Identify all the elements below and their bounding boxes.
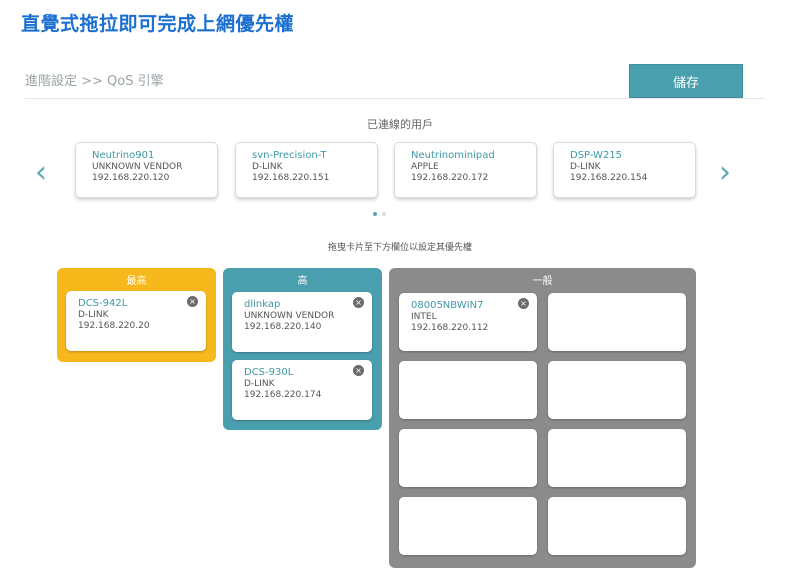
empty-drop-slot[interactable] <box>399 361 537 419</box>
client-card[interactable]: Neutrinominipad APPLE 192.168.220.172 <box>394 142 537 198</box>
device-ip: 192.168.220.140 <box>244 322 322 332</box>
priority-column-highest: 最高 DCS-942L D-LINK 192.168.220.20 × <box>57 268 216 362</box>
device-ip: 192.168.220.112 <box>411 323 489 333</box>
client-ip: 192.168.220.151 <box>252 173 330 183</box>
carousel-pager <box>373 212 386 216</box>
client-name: svn-Precision-T <box>252 150 327 161</box>
priority-column-high: 高 dlinkap UNKNOWN VENDOR 192.168.220.140… <box>223 268 382 430</box>
client-card[interactable]: svn-Precision-T D-LINK 192.168.220.151 <box>235 142 378 198</box>
empty-drop-slot[interactable] <box>399 429 537 487</box>
close-icon[interactable]: × <box>353 297 364 308</box>
column-header: 最高 <box>126 275 147 287</box>
save-button[interactable]: 儲存 <box>629 64 743 98</box>
pager-dot[interactable] <box>382 212 386 216</box>
client-name: DSP-W215 <box>570 150 623 161</box>
client-ip: 192.168.220.120 <box>92 173 170 183</box>
client-vendor: D-LINK <box>252 162 283 172</box>
device-vendor: UNKNOWN VENDOR <box>244 311 335 321</box>
client-card[interactable]: Neutrino901 UNKNOWN VENDOR 192.168.220.1… <box>75 142 218 198</box>
client-card[interactable]: DSP-W215 D-LINK 192.168.220.154 <box>553 142 696 198</box>
page-heading: 直覺式拖拉即可完成上網優先權 <box>21 13 295 35</box>
drag-instruction: 拖曳卡片至下方欄位以設定其優先權 <box>327 243 472 253</box>
client-name: Neutrinominipad <box>411 150 495 161</box>
device-ip: 192.168.220.174 <box>244 390 322 400</box>
empty-drop-slot[interactable] <box>548 429 686 487</box>
client-vendor: UNKNOWN VENDOR <box>92 162 183 172</box>
client-ip: 192.168.220.154 <box>570 173 648 183</box>
client-vendor: APPLE <box>411 162 439 172</box>
client-ip: 192.168.220.172 <box>411 173 489 183</box>
column-header: 高 <box>297 275 308 287</box>
device-vendor: D-LINK <box>244 379 275 389</box>
breadcrumb: 進階設定 >> QoS 引擎 <box>25 74 164 89</box>
client-vendor: D-LINK <box>570 162 601 172</box>
close-icon[interactable]: × <box>353 365 364 376</box>
device-vendor: INTEL <box>411 312 437 322</box>
client-name: Neutrino901 <box>92 150 155 161</box>
empty-drop-slot[interactable] <box>548 497 686 555</box>
carousel-next-icon[interactable]: › <box>719 158 731 188</box>
connected-clients-title: 已連線的用戶 <box>367 118 433 131</box>
column-header: 一般 <box>532 275 553 287</box>
close-icon[interactable]: × <box>187 296 198 307</box>
empty-drop-slot[interactable] <box>399 497 537 555</box>
pager-dot-active[interactable] <box>373 212 377 216</box>
device-card[interactable]: dlinkap UNKNOWN VENDOR 192.168.220.140 × <box>232 292 372 352</box>
device-ip: 192.168.220.20 <box>78 321 150 331</box>
empty-drop-slot[interactable] <box>548 361 686 419</box>
device-vendor: D-LINK <box>78 310 109 320</box>
empty-drop-slot[interactable] <box>548 293 686 351</box>
device-card[interactable]: DCS-942L D-LINK 192.168.220.20 × <box>66 291 206 351</box>
priority-column-normal: 一般 08005NBWIN7 INTEL 192.168.220.112 × <box>389 268 696 568</box>
header-divider <box>25 98 765 99</box>
device-card[interactable]: DCS-930L D-LINK 192.168.220.174 × <box>232 360 372 420</box>
close-icon[interactable]: × <box>518 298 529 309</box>
device-card[interactable]: 08005NBWIN7 INTEL 192.168.220.112 × <box>399 293 537 351</box>
carousel-prev-icon[interactable]: ‹ <box>35 158 47 188</box>
